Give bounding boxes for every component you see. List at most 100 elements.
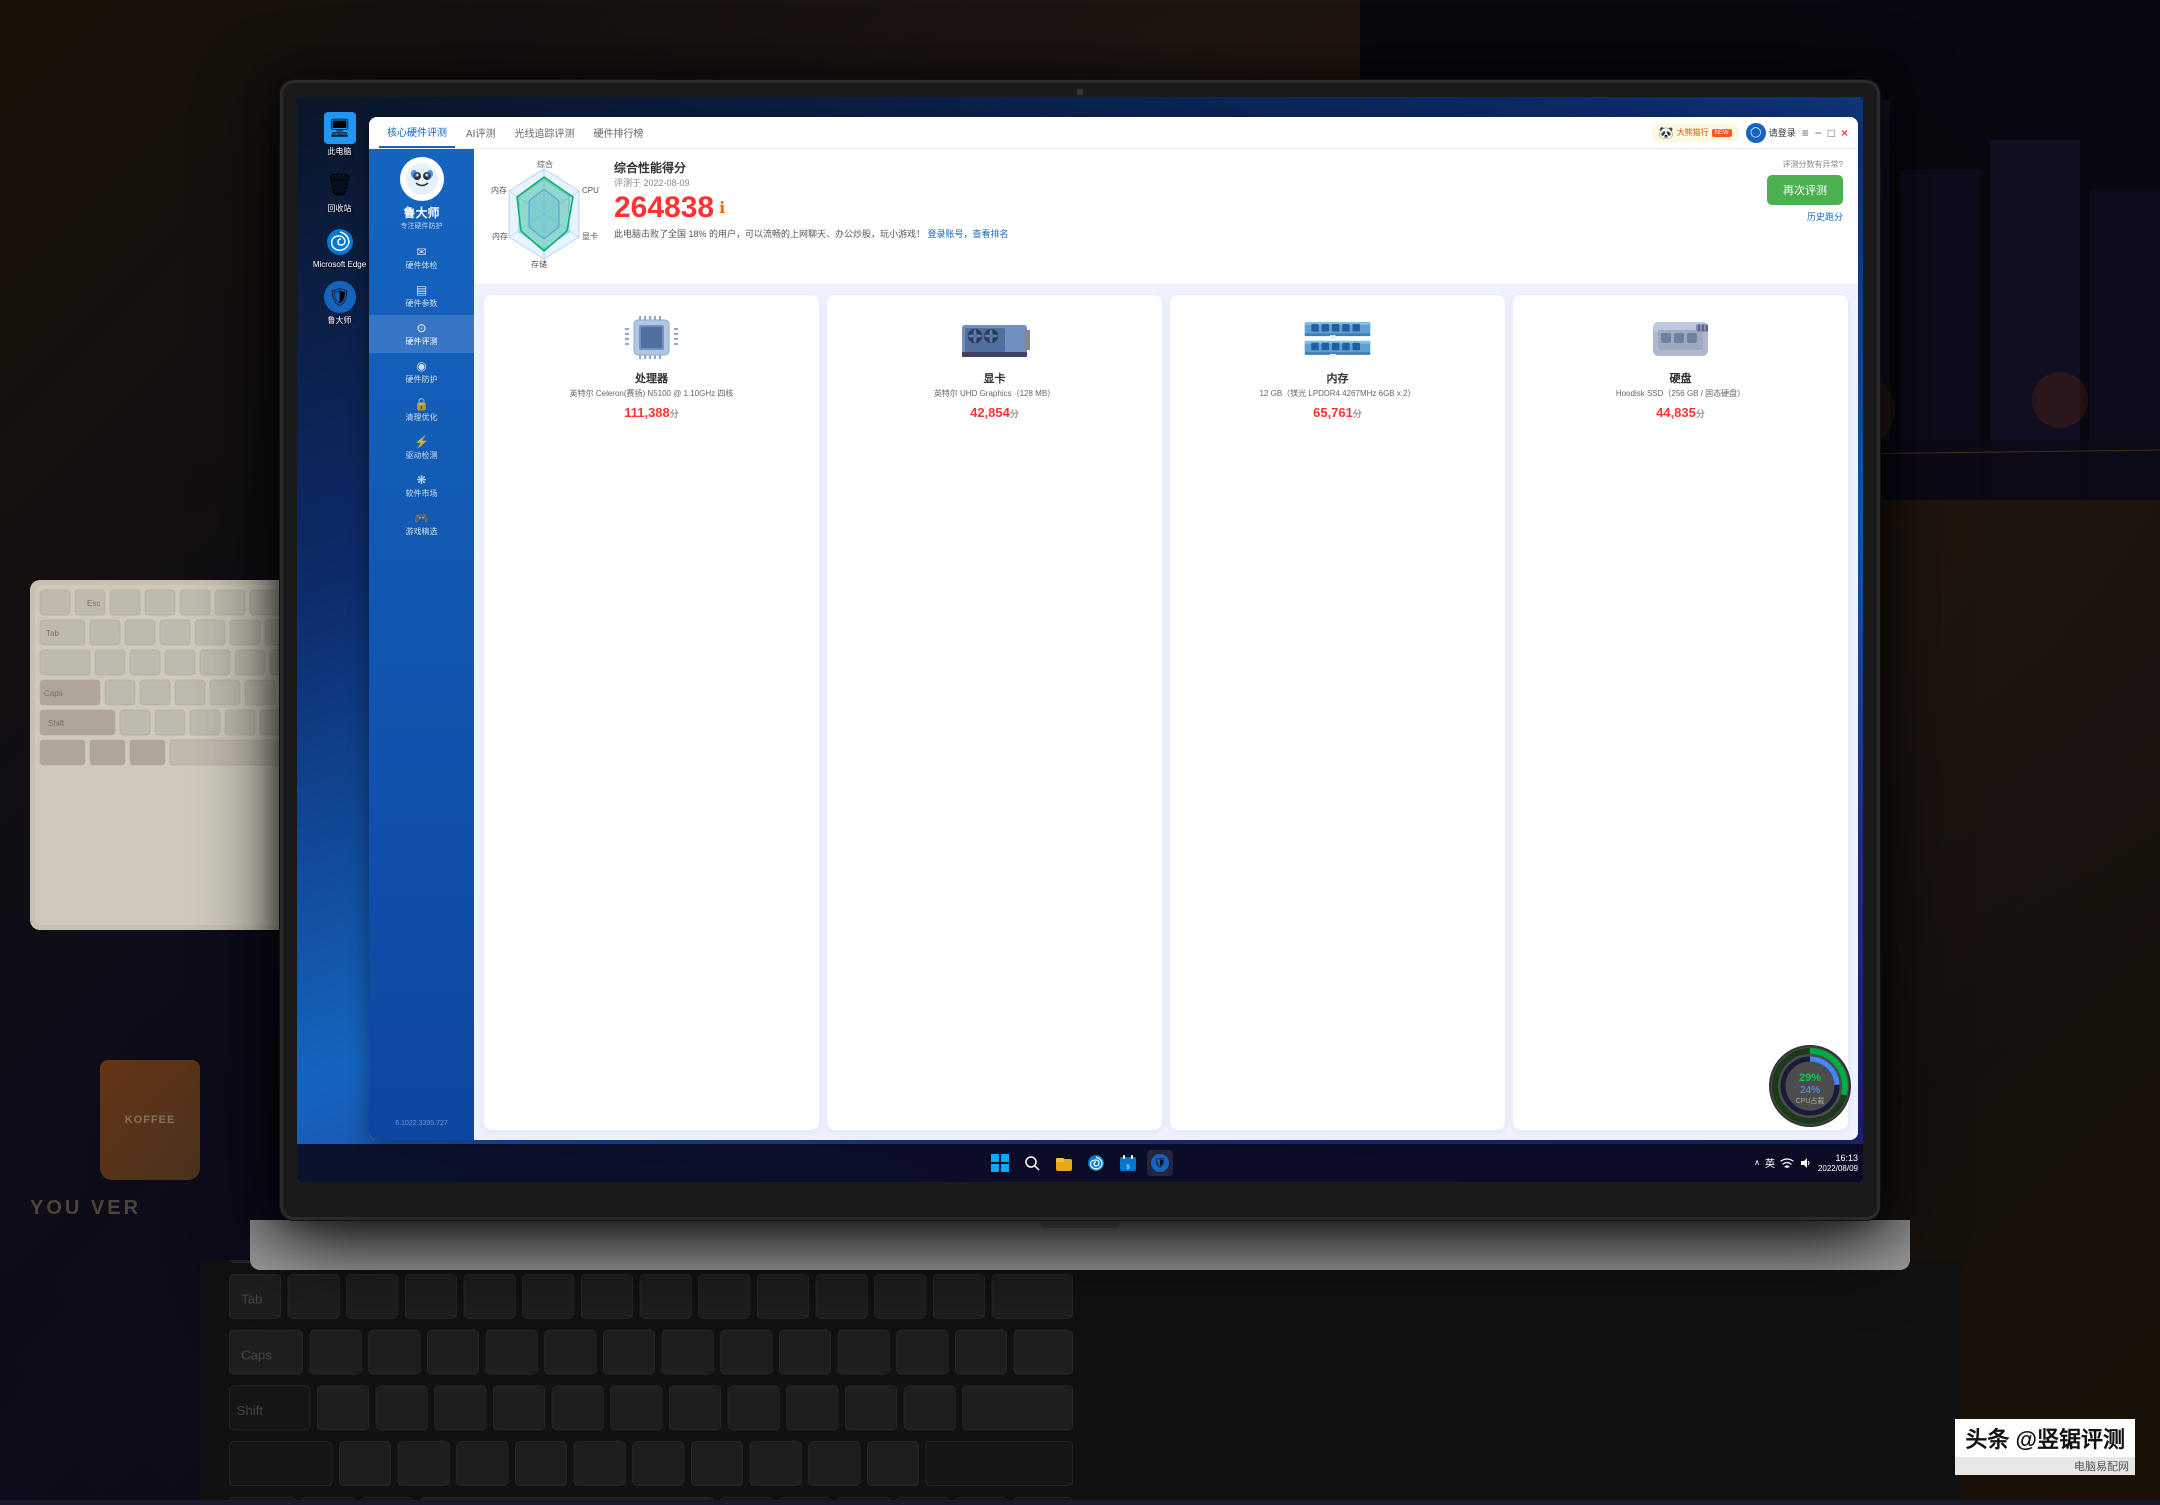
- gpu-score: 42,854分: [970, 405, 1019, 420]
- gpu-spec: 英特尔 UHD Graphics（128 MB）: [934, 389, 1055, 399]
- disk-icon: [1643, 305, 1718, 370]
- nav-clean[interactable]: 🔒 清理优化: [369, 391, 474, 429]
- file-explorer-button[interactable]: [1051, 1150, 1077, 1176]
- desktop-icon-edge[interactable]: Microsoft Edge: [312, 226, 367, 269]
- app-name: 鲁大师: [403, 204, 439, 221]
- radar-chart: 综合 CPU 显卡 存储 内存 内存: [489, 159, 599, 274]
- calendar-button[interactable]: 9: [1115, 1150, 1141, 1176]
- desktop-icon-computer[interactable]: 🖥 此电脑: [312, 112, 367, 157]
- tab-ai-test[interactable]: AI评测: [458, 117, 503, 148]
- menu-icon[interactable]: ≡: [1802, 126, 1809, 140]
- lumaster-taskbar-button[interactable]: 🛡: [1147, 1150, 1173, 1176]
- minimize-btn[interactable]: −: [1815, 126, 1822, 140]
- desktop-icon-lumaster[interactable]: 🛡 鲁大师: [312, 281, 367, 326]
- tray-caret[interactable]: ∧: [1754, 1158, 1760, 1167]
- taskbar-right: ∧ 英 16:13 2022/08/09: [1754, 1153, 1858, 1173]
- header-right: 🐼 大熊猫行 NEW ◯ 请登录 ≡ − □ ×: [1651, 123, 1848, 143]
- taskbar: 9 🛡 ∧ 英: [297, 1144, 1863, 1182]
- desktop-icon-edge-label: Microsoft Edge: [313, 260, 366, 269]
- nav-hardware-params[interactable]: ▤ 硬件参数: [369, 277, 474, 315]
- window-body: 鲁大师 专注硬件防护 ✉ 硬件体检 ▤ 硬件参数: [369, 149, 1858, 1140]
- mat-text: YOU VER: [30, 1197, 141, 1220]
- score-description: 此电脑击败了全国 18% 的用户，可以流畅的上网聊天、办公炒股，玩小游戏！ 登录…: [614, 228, 1843, 241]
- score-date: 评测于 2022-08-09: [614, 176, 725, 189]
- tray-lang: 英: [1765, 1155, 1775, 1170]
- version-label: 6.1022.3395.727: [390, 1115, 453, 1132]
- nav-check-label: 硬件体检: [406, 260, 438, 271]
- camera: [1077, 89, 1083, 95]
- new-badge: NEW: [1712, 129, 1732, 137]
- nav-clean-icon: 🔒: [414, 397, 429, 411]
- desktop-icon-computer-label: 此电脑: [328, 146, 352, 157]
- cpu-card: 处理器 英特尔 Celeron(赛扬) N5100 @ 1.10GHz 四核 1…: [484, 295, 819, 1130]
- nav-software[interactable]: ❋ 软件市场: [369, 467, 474, 505]
- svg-text:CPU占载: CPU占载: [1796, 1096, 1825, 1105]
- cpu-overlay: 29% 24% CPU占载: [1763, 1039, 1858, 1139]
- nav-games-label: 游戏精选: [406, 526, 438, 537]
- edge-taskbar-button[interactable]: [1083, 1150, 1109, 1176]
- laptop-bezel: 🖥 此电脑 🗑 回收站 Microsoft Edge: [280, 80, 1880, 1220]
- laptop-screen: 🖥 此电脑 🗑 回收站 Microsoft Edge: [297, 97, 1863, 1182]
- laptop-keyboard-bottom: Esc Tab Caps Shift: [200, 1260, 1960, 1500]
- watermark-line1: 头条 @竖锯评测: [1955, 1419, 2135, 1457]
- anomaly-hint: 评测分数有异常?: [1783, 159, 1843, 170]
- svg-text:29%: 29%: [1799, 1072, 1821, 1084]
- score-desc-text: 此电脑击败了全国 18% 的用户，可以流畅的上网聊天、办公炒股，玩小游戏！: [614, 229, 925, 239]
- title-tabs: 核心硬件评测 AI评测 光线追踪评测 硬件排行榜: [379, 117, 1651, 148]
- score-link[interactable]: 登录账号，查看排名: [928, 229, 1009, 239]
- tab-raytracing[interactable]: 光线追踪评测: [506, 117, 582, 148]
- nav-software-icon: ❋: [416, 473, 426, 487]
- score-info: 综合性能得分 评测于 2022-08-09 264838 ℹ: [614, 159, 1843, 241]
- maximize-btn[interactable]: □: [1828, 126, 1835, 140]
- nav-driver[interactable]: ⚡ 驱动检测: [369, 429, 474, 467]
- svg-text:Esc: Esc: [87, 599, 100, 608]
- svg-text:Shift: Shift: [48, 719, 65, 728]
- nav-games[interactable]: 🎮 游戏精选: [369, 505, 474, 543]
- title-bar: 核心硬件评测 AI评测 光线追踪评测 硬件排行榜 🐼 大熊猫行 NEW: [369, 117, 1858, 149]
- nav-driver-icon: ⚡: [414, 435, 429, 449]
- svg-text:存储: 存储: [531, 259, 547, 269]
- time-display: 16:13: [1835, 1153, 1858, 1164]
- memory-spec: 12 GB（镁光 LPDDR4 4267MHz 6GB x 2）: [1259, 389, 1415, 399]
- start-button[interactable]: [987, 1150, 1013, 1176]
- big-bear-badge: 🐼 大熊猫行 NEW: [1651, 124, 1740, 142]
- desktop-icons: 🖥 此电脑 🗑 回收站 Microsoft Edge: [312, 112, 367, 326]
- watermark: 头条 @竖锯评测 电脑易配网: [1955, 1419, 2135, 1475]
- system-time: 16:13 2022/08/09: [1818, 1153, 1858, 1173]
- app-subtitle: 专注硬件防护: [401, 221, 443, 231]
- date-display: 2022/08/09: [1818, 1164, 1858, 1174]
- memory-score: 65,761分: [1313, 405, 1362, 420]
- windows-desktop: 🖥 此电脑 🗑 回收站 Microsoft Edge: [297, 97, 1863, 1182]
- history-score[interactable]: 历史跑分: [1807, 210, 1843, 223]
- lumaster-window: 核心硬件评测 AI评测 光线追踪评测 硬件排行榜 🐼 大熊猫行 NEW: [369, 117, 1858, 1140]
- svg-text:显卡: 显卡: [582, 231, 598, 241]
- nav-hardware-protect[interactable]: ◉ 硬件防护: [369, 353, 474, 391]
- nav-params-label: 硬件参数: [406, 298, 438, 309]
- cpu-card-name: 处理器: [635, 370, 668, 386]
- score-title: 综合性能得分: [614, 159, 725, 176]
- gpu-icon: [957, 305, 1032, 370]
- disk-score: 44,835分: [1656, 405, 1705, 420]
- cpu-score: 111,388分: [624, 405, 679, 420]
- close-btn[interactable]: ×: [1841, 126, 1848, 140]
- tab-ranking[interactable]: 硬件排行榜: [585, 117, 651, 148]
- desktop-icon-trash[interactable]: 🗑 回收站: [312, 169, 367, 214]
- big-bear-label: 大熊猫行: [1677, 127, 1709, 138]
- login-label[interactable]: 请登录: [1769, 126, 1796, 139]
- nav-hardware-test[interactable]: ⊙ 硬件评测: [369, 315, 474, 353]
- svg-text:Caps: Caps: [44, 689, 63, 698]
- score-actions: 评测分数有异常? 再次评测 历史跑分: [1767, 159, 1843, 223]
- nav-test-label: 硬件评测: [406, 336, 438, 347]
- nav-test-icon: ⊙: [416, 321, 426, 335]
- desktop-icon-trash-label: 回收站: [328, 203, 352, 214]
- login-area[interactable]: ◯ 请登录: [1746, 123, 1796, 143]
- tab-core-test[interactable]: 核心硬件评测: [379, 117, 455, 148]
- svg-text:Shift: Shift: [237, 1403, 264, 1418]
- desktop-icon-lumaster-label: 鲁大师: [328, 315, 352, 326]
- score-value: 264838: [614, 193, 714, 223]
- retest-button[interactable]: 再次评测: [1767, 175, 1843, 205]
- memory-icon: [1300, 305, 1375, 370]
- search-button[interactable]: [1019, 1150, 1045, 1176]
- score-info-icon[interactable]: ℹ: [719, 198, 725, 218]
- nav-hardware-check[interactable]: ✉ 硬件体检: [369, 239, 474, 277]
